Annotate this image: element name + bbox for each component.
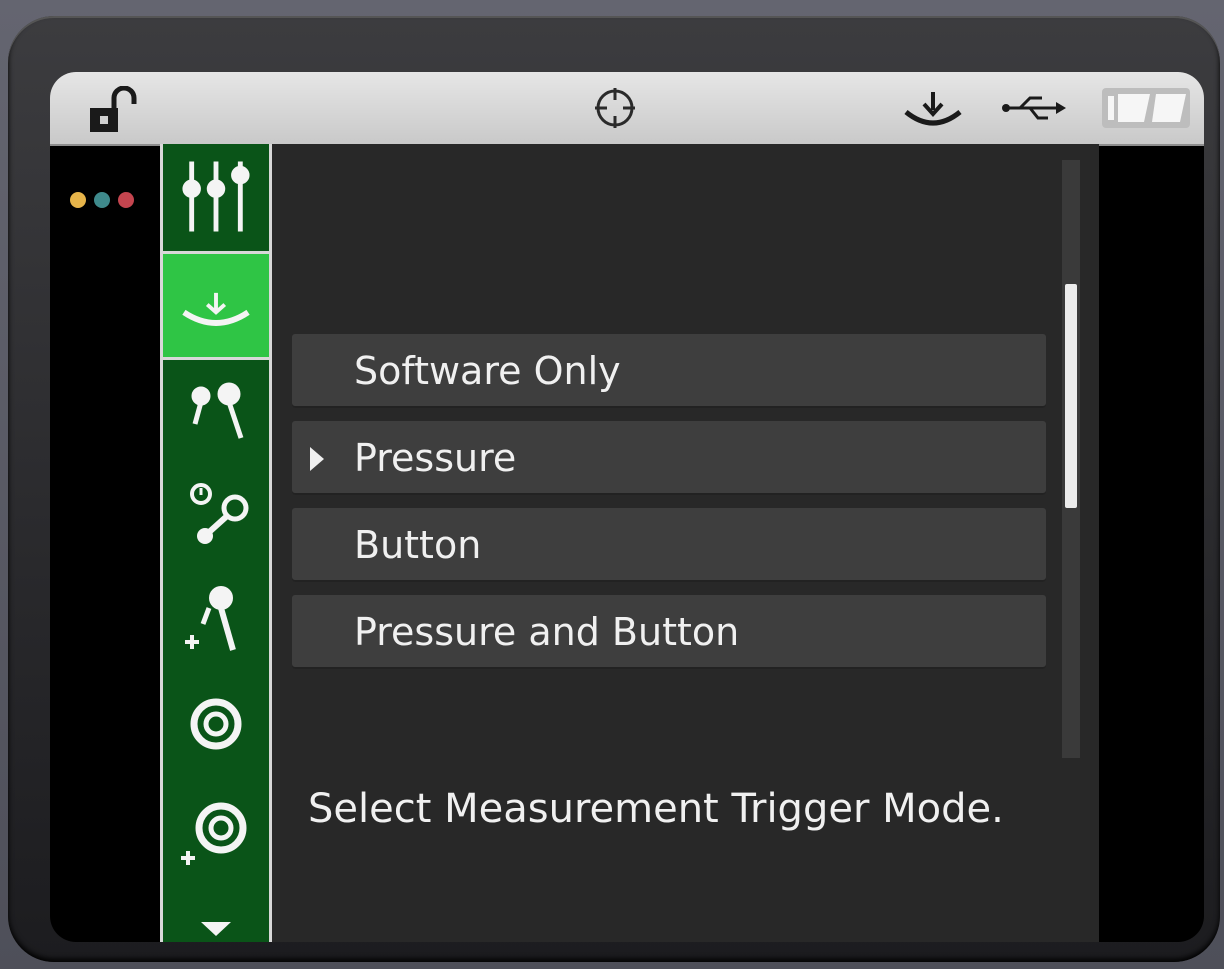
option-software-only[interactable]: Software Only <box>292 334 1046 408</box>
sidebar-item-add-target[interactable] <box>163 774 269 894</box>
device-bezel: Software Only Pressure Button Pressure a… <box>8 16 1220 962</box>
scrollbar-thumb[interactable] <box>1065 284 1077 508</box>
sidebar-item-add-probe[interactable] <box>163 564 269 674</box>
sidebar-menu <box>160 144 272 942</box>
probe-pair-icon <box>191 382 244 439</box>
sidebar-item-target[interactable] <box>163 674 269 774</box>
trigger-mode-list: Software Only Pressure Button Pressure a… <box>292 334 1046 682</box>
device-screen: Software Only Pressure Button Pressure a… <box>50 72 1204 942</box>
indicator-dots <box>70 192 140 210</box>
option-label: Software Only <box>354 349 621 393</box>
measurement-trigger-icon <box>182 292 250 326</box>
option-pressure-and-button[interactable]: Pressure and Button <box>292 595 1046 669</box>
lock-open-icon[interactable] <box>86 86 142 134</box>
status-bar <box>50 72 1204 146</box>
status-dot-yellow <box>70 192 86 208</box>
battery-icon <box>1102 88 1190 128</box>
scroll-down-arrow-icon <box>201 922 231 936</box>
probe-timer-icon <box>190 483 249 544</box>
option-label: Pressure <box>354 436 517 480</box>
usb-icon <box>1002 96 1066 120</box>
option-button[interactable]: Button <box>292 508 1046 582</box>
probe-add-icon <box>185 586 236 651</box>
sidebar-item-settings[interactable] <box>163 144 269 254</box>
sidebar-item-probes[interactable] <box>163 364 269 464</box>
status-dot-teal <box>94 192 110 208</box>
content-panel: Software Only Pressure Button Pressure a… <box>272 144 1099 942</box>
target-add-icon <box>181 802 247 865</box>
sidebar-item-trigger[interactable] <box>163 254 269 360</box>
sidebar-item-probe-timer[interactable] <box>163 464 269 564</box>
option-pressure[interactable]: Pressure <box>292 421 1046 495</box>
trigger-icon <box>904 92 962 126</box>
option-label: Button <box>354 523 482 567</box>
status-dot-red <box>118 192 134 208</box>
sidebar-scroll-down[interactable] <box>163 896 269 942</box>
crosshair-target-icon[interactable] <box>593 86 637 130</box>
target-circle-icon <box>190 698 242 750</box>
selected-caret-icon <box>310 447 324 471</box>
sliders-icon <box>182 161 250 232</box>
option-label: Pressure and Button <box>354 610 740 654</box>
help-text: Select Measurement Trigger Mode. <box>308 786 1004 832</box>
